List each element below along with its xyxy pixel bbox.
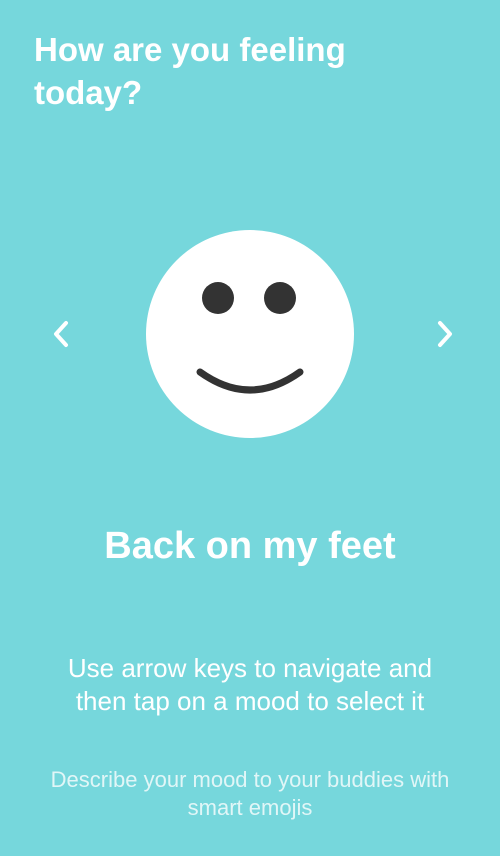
footer-subtext: Describe your mood to your buddies with … [50,767,450,820]
page-title: How are you feeling today? [34,31,346,111]
mood-face[interactable] [146,230,354,438]
mood-label: Back on my feet [104,525,396,567]
chevron-left-icon [54,321,68,347]
next-mood-button[interactable] [428,316,464,352]
instructions-text: Use arrow keys to navigate and then tap … [67,653,433,716]
smiley-face-icon [146,230,354,438]
previous-mood-button[interactable] [44,316,80,352]
chevron-right-icon [438,321,452,347]
